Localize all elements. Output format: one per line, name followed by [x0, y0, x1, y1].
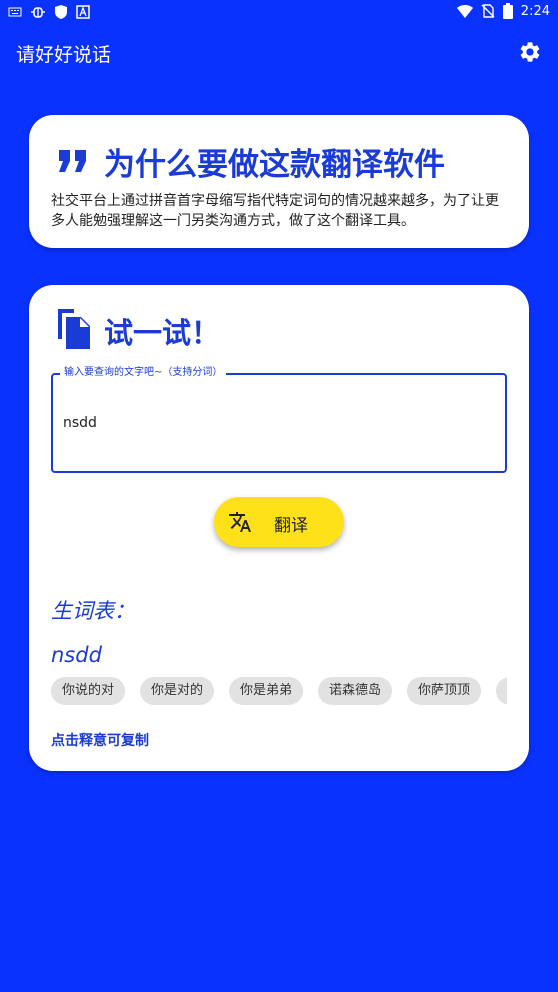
about-title: 为什么要做这款翻译软件 — [104, 147, 445, 183]
copy-hint: 点击释意可复制 — [51, 733, 149, 749]
gear-icon[interactable] — [518, 40, 542, 64]
vocab-title: 生词表： — [51, 599, 135, 623]
status-bar: 2:24 — [0, 0, 558, 24]
meaning-chip[interactable]: 你说的对 — [51, 677, 126, 705]
shield-icon — [55, 5, 67, 19]
about-body: 社交平台上通过拼音首字母缩写指代特定词句的情况越来越多，为了让更多人能勉强理解这… — [51, 193, 499, 229]
meaning-chip[interactable]: 你是对的 — [140, 677, 215, 705]
battery-icon — [502, 3, 513, 19]
meaning-chip[interactable]: 你萨顶顶 — [407, 677, 482, 705]
keyboard-icon — [8, 7, 22, 17]
quote-icon — [59, 150, 86, 172]
meaning-chip[interactable]: 诺森德岛 — [318, 677, 393, 705]
wifi-icon — [456, 5, 473, 18]
app-title: 请好好说话 — [16, 44, 112, 66]
about-card: 为什么要做这款翻译软件 社交平台上通过拼音首字母缩写指代特定词句的情况越来越多，… — [29, 115, 529, 248]
meaning-chip[interactable]: 你是弟弟 — [229, 677, 304, 705]
bug-icon — [31, 7, 45, 18]
query-input[interactable]: 输入要查询的文字吧~（支持分词） nsdd — [51, 366, 507, 473]
meaning-chips: 你说的对 你是对的 你是弟弟 诺森德岛 你萨顶顶 — [51, 677, 507, 707]
translate-icon — [229, 512, 251, 532]
status-time: 2:24 — [520, 3, 550, 19]
no-sim-icon — [481, 4, 495, 18]
a-box-icon — [76, 5, 90, 19]
try-card: 试一试！ 输入要查询的文字吧~（支持分词） nsdd 翻译 生词表： nsdd … — [29, 285, 529, 771]
translate-button[interactable]: 翻译 — [214, 497, 344, 547]
query-input-label: 输入要查询的文字吧~（支持分词） — [60, 366, 227, 380]
try-title: 试一试！ — [104, 316, 221, 350]
meaning-chip[interactable] — [496, 677, 507, 705]
app-bar: 请好好说话 — [0, 24, 558, 80]
vocab-term: nsdd — [51, 643, 102, 667]
query-input-value[interactable]: nsdd — [63, 415, 97, 431]
copy-icon — [58, 309, 90, 349]
translate-button-label: 翻译 — [274, 516, 308, 536]
